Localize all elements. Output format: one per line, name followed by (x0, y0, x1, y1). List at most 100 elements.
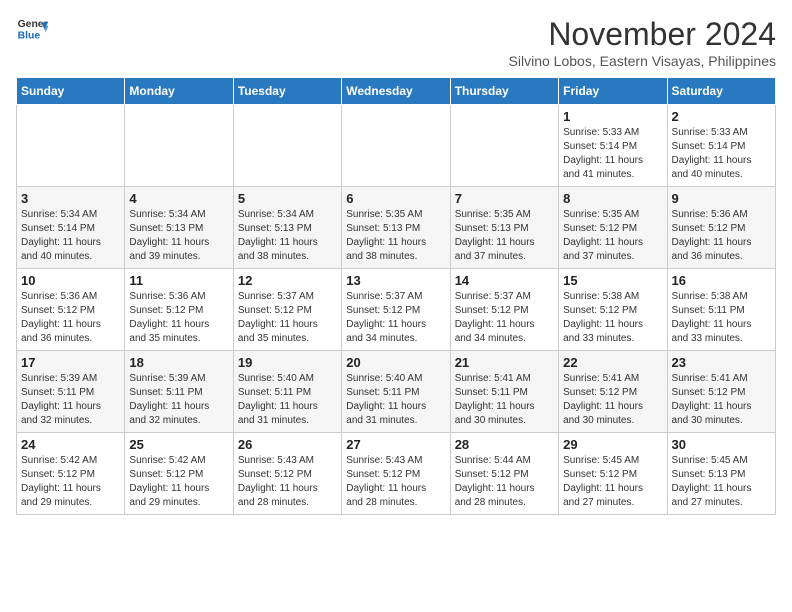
weekday-header-monday: Monday (125, 78, 233, 105)
calendar-cell (125, 105, 233, 187)
day-number: 23 (672, 355, 771, 370)
day-number: 16 (672, 273, 771, 288)
day-number: 14 (455, 273, 554, 288)
calendar-cell: 16 Sunrise: 5:38 AM Sunset: 5:11 PM Dayli… (667, 269, 775, 351)
day-number: 3 (21, 191, 120, 206)
day-number: 15 (563, 273, 662, 288)
day-info: Sunrise: 5:36 AM Sunset: 5:12 PM Dayligh… (672, 208, 771, 264)
weekday-header-sunday: Sunday (17, 78, 125, 105)
logo: General Blue (16, 16, 48, 44)
calendar-cell: 29 Sunrise: 5:45 AM Sunset: 5:12 PM Dayli… (559, 433, 667, 515)
day-number: 9 (672, 191, 771, 206)
day-info: Sunrise: 5:37 AM Sunset: 5:12 PM Dayligh… (455, 290, 554, 346)
calendar-cell: 3 Sunrise: 5:34 AM Sunset: 5:14 PM Daylig… (17, 187, 125, 269)
weekday-header-thursday: Thursday (450, 78, 558, 105)
calendar-cell: 30Sunrise: 5:45 AM Sunset: 5:13 PM Dayli… (667, 433, 775, 515)
day-info: Sunrise: 5:45 AM Sunset: 5:12 PM Dayligh… (563, 454, 662, 510)
day-info: Sunrise: 5:35 AM Sunset: 5:12 PM Dayligh… (563, 208, 662, 264)
calendar-cell: 7 Sunrise: 5:35 AM Sunset: 5:13 PM Daylig… (450, 187, 558, 269)
day-number: 6 (346, 191, 445, 206)
day-number: 5 (238, 191, 337, 206)
day-info: Sunrise: 5:39 AM Sunset: 5:11 PM Dayligh… (129, 372, 228, 428)
day-info: Sunrise: 5:41 AM Sunset: 5:12 PM Dayligh… (563, 372, 662, 428)
weekday-header-saturday: Saturday (667, 78, 775, 105)
calendar-cell: 13 Sunrise: 5:37 AM Sunset: 5:12 PM Dayli… (342, 269, 450, 351)
day-number: 12 (238, 273, 337, 288)
weekday-header-friday: Friday (559, 78, 667, 105)
day-number: 29 (563, 437, 662, 452)
day-number: 22 (563, 355, 662, 370)
calendar-cell: 18 Sunrise: 5:39 AM Sunset: 5:11 PM Dayli… (125, 351, 233, 433)
calendar-cell: 11 Sunrise: 5:36 AM Sunset: 5:12 PM Dayli… (125, 269, 233, 351)
calendar-cell (342, 105, 450, 187)
day-number: 4 (129, 191, 228, 206)
calendar-week-row: 1 Sunrise: 5:33 AM Sunset: 5:14 PM Daylig… (17, 105, 776, 187)
calendar-cell: 1 Sunrise: 5:33 AM Sunset: 5:14 PM Daylig… (559, 105, 667, 187)
weekday-header-wednesday: Wednesday (342, 78, 450, 105)
day-number: 28 (455, 437, 554, 452)
calendar-cell: 20 Sunrise: 5:40 AM Sunset: 5:11 PM Dayli… (342, 351, 450, 433)
calendar-week-row: 3 Sunrise: 5:34 AM Sunset: 5:14 PM Daylig… (17, 187, 776, 269)
day-info: Sunrise: 5:34 AM Sunset: 5:14 PM Dayligh… (21, 208, 120, 264)
day-number: 24 (21, 437, 120, 452)
month-title: November 2024 (509, 16, 776, 53)
day-info: Sunrise: 5:40 AM Sunset: 5:11 PM Dayligh… (346, 372, 445, 428)
calendar-cell: 5 Sunrise: 5:34 AM Sunset: 5:13 PM Daylig… (233, 187, 341, 269)
calendar-week-row: 17Sunrise: 5:39 AM Sunset: 5:11 PM Dayli… (17, 351, 776, 433)
calendar-cell: 24 Sunrise: 5:42 AM Sunset: 5:12 PM Dayli… (17, 433, 125, 515)
day-number: 11 (129, 273, 228, 288)
day-number: 1 (563, 109, 662, 124)
day-number: 8 (563, 191, 662, 206)
day-info: Sunrise: 5:37 AM Sunset: 5:12 PM Dayligh… (238, 290, 337, 346)
day-number: 21 (455, 355, 554, 370)
day-info: Sunrise: 5:36 AM Sunset: 5:12 PM Dayligh… (21, 290, 120, 346)
calendar-cell: 12 Sunrise: 5:37 AM Sunset: 5:12 PM Dayli… (233, 269, 341, 351)
day-info: Sunrise: 5:38 AM Sunset: 5:12 PM Dayligh… (563, 290, 662, 346)
day-info: Sunrise: 5:43 AM Sunset: 5:12 PM Dayligh… (238, 454, 337, 510)
day-info: Sunrise: 5:39 AM Sunset: 5:11 PM Dayligh… (21, 372, 120, 428)
calendar-cell: 15 Sunrise: 5:38 AM Sunset: 5:12 PM Dayli… (559, 269, 667, 351)
title-block: November 2024 Silvino Lobos, Eastern Vis… (509, 16, 776, 69)
day-info: Sunrise: 5:34 AM Sunset: 5:13 PM Dayligh… (238, 208, 337, 264)
calendar-table: SundayMondayTuesdayWednesdayThursdayFrid… (16, 77, 776, 515)
day-info: Sunrise: 5:38 AM Sunset: 5:11 PM Dayligh… (672, 290, 771, 346)
calendar-cell: 10Sunrise: 5:36 AM Sunset: 5:12 PM Dayli… (17, 269, 125, 351)
day-info: Sunrise: 5:33 AM Sunset: 5:14 PM Dayligh… (672, 126, 771, 182)
calendar-cell: 2 Sunrise: 5:33 AM Sunset: 5:14 PM Daylig… (667, 105, 775, 187)
calendar-week-row: 10Sunrise: 5:36 AM Sunset: 5:12 PM Dayli… (17, 269, 776, 351)
day-info: Sunrise: 5:33 AM Sunset: 5:14 PM Dayligh… (563, 126, 662, 182)
day-info: Sunrise: 5:36 AM Sunset: 5:12 PM Dayligh… (129, 290, 228, 346)
day-number: 20 (346, 355, 445, 370)
day-info: Sunrise: 5:44 AM Sunset: 5:12 PM Dayligh… (455, 454, 554, 510)
day-number: 18 (129, 355, 228, 370)
calendar-cell: 9 Sunrise: 5:36 AM Sunset: 5:12 PM Daylig… (667, 187, 775, 269)
day-info: Sunrise: 5:41 AM Sunset: 5:11 PM Dayligh… (455, 372, 554, 428)
calendar-cell: 27Sunrise: 5:43 AM Sunset: 5:12 PM Dayli… (342, 433, 450, 515)
day-info: Sunrise: 5:40 AM Sunset: 5:11 PM Dayligh… (238, 372, 337, 428)
calendar-cell: 28 Sunrise: 5:44 AM Sunset: 5:12 PM Dayli… (450, 433, 558, 515)
calendar-cell: 25 Sunrise: 5:42 AM Sunset: 5:12 PM Dayli… (125, 433, 233, 515)
day-info: Sunrise: 5:37 AM Sunset: 5:12 PM Dayligh… (346, 290, 445, 346)
day-info: Sunrise: 5:42 AM Sunset: 5:12 PM Dayligh… (21, 454, 120, 510)
calendar-cell: 21 Sunrise: 5:41 AM Sunset: 5:11 PM Dayli… (450, 351, 558, 433)
day-info: Sunrise: 5:35 AM Sunset: 5:13 PM Dayligh… (455, 208, 554, 264)
day-info: Sunrise: 5:42 AM Sunset: 5:12 PM Dayligh… (129, 454, 228, 510)
calendar-cell: 19Sunrise: 5:40 AM Sunset: 5:11 PM Dayli… (233, 351, 341, 433)
calendar-cell (233, 105, 341, 187)
day-info: Sunrise: 5:35 AM Sunset: 5:13 PM Dayligh… (346, 208, 445, 264)
day-info: Sunrise: 5:41 AM Sunset: 5:12 PM Dayligh… (672, 372, 771, 428)
day-number: 2 (672, 109, 771, 124)
location-subtitle: Silvino Lobos, Eastern Visayas, Philippi… (509, 53, 776, 69)
calendar-cell (17, 105, 125, 187)
calendar-cell: 23 Sunrise: 5:41 AM Sunset: 5:12 PM Dayli… (667, 351, 775, 433)
day-number: 25 (129, 437, 228, 452)
day-info: Sunrise: 5:34 AM Sunset: 5:13 PM Dayligh… (129, 208, 228, 264)
day-number: 13 (346, 273, 445, 288)
day-number: 7 (455, 191, 554, 206)
page-header: General Blue November 2024 Silvino Lobos… (16, 16, 776, 69)
weekday-header-tuesday: Tuesday (233, 78, 341, 105)
day-info: Sunrise: 5:45 AM Sunset: 5:13 PM Dayligh… (672, 454, 771, 510)
calendar-cell: 22 Sunrise: 5:41 AM Sunset: 5:12 PM Dayli… (559, 351, 667, 433)
weekday-header-row: SundayMondayTuesdayWednesdayThursdayFrid… (17, 78, 776, 105)
calendar-week-row: 24 Sunrise: 5:42 AM Sunset: 5:12 PM Dayli… (17, 433, 776, 515)
